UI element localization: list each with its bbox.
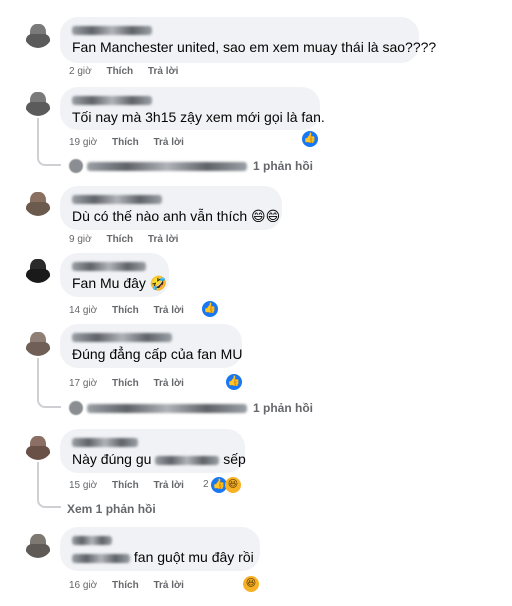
avatar[interactable]: [24, 188, 52, 216]
like-button[interactable]: Thích: [112, 137, 139, 148]
author-name-blurred[interactable]: [72, 192, 270, 205]
reply-button[interactable]: Trả lời: [153, 580, 183, 591]
comment-bubble: Fan Mu đây 🤣: [60, 253, 169, 297]
timestamp[interactable]: 15 giờ: [69, 480, 97, 491]
avatar[interactable]: [24, 432, 52, 460]
comment-bubble: Fan Manchester united, sao em xem muay t…: [60, 17, 437, 63]
like-button[interactable]: Thích: [106, 234, 133, 245]
reply-count[interactable]: 1 phản hồi: [253, 159, 313, 173]
reply-preview-blurred: [87, 403, 247, 413]
timestamp[interactable]: 19 giờ: [69, 137, 97, 148]
reply-button[interactable]: Trả lời: [148, 234, 178, 245]
comment-bubble: Đúng đẳng cấp của fan MU: [60, 324, 242, 368]
avatar[interactable]: [24, 20, 52, 48]
author-name-blurred[interactable]: [72, 93, 308, 106]
comment-text: Này đúng gu sếp: [72, 451, 246, 467]
timestamp[interactable]: 14 giờ: [69, 305, 97, 316]
comment-actions: 14 giờ Thích Trả lời: [69, 305, 196, 316]
author-name-blurred[interactable]: [72, 533, 248, 546]
thread-hook: [37, 156, 61, 166]
blurred-word: [72, 553, 130, 563]
like-button[interactable]: Thích: [112, 305, 139, 316]
reaction-count[interactable]: 2: [203, 479, 209, 490]
thread-line: [37, 462, 39, 500]
reply-avatar: [69, 401, 83, 415]
comment-text: Tối nay mà 3h15 zậy xem mới gọi là fan.: [72, 109, 325, 125]
haha-reaction-icon[interactable]: 😆: [243, 576, 259, 592]
author-name-blurred[interactable]: [72, 435, 233, 448]
timestamp[interactable]: 9 giờ: [69, 234, 92, 245]
haha-reaction-icon[interactable]: 😆: [225, 477, 241, 493]
comment-text: Fan Mu đây 🤣: [72, 275, 168, 291]
thread-line: [37, 358, 39, 400]
timestamp[interactable]: 2 giờ: [69, 66, 92, 77]
avatar[interactable]: [24, 530, 52, 558]
comment-bubble: Tối nay mà 3h15 zậy xem mới gọi là fan.: [60, 87, 325, 130]
comment-text: Dù có thế nào anh vẫn thích 😄😄: [72, 208, 281, 224]
comment-actions: 19 giờ Thích Trả lời: [69, 137, 196, 148]
timestamp[interactable]: 16 giờ: [69, 580, 97, 591]
like-button[interactable]: Thích: [112, 378, 139, 389]
reply-avatar: [69, 159, 83, 173]
thread-line: [37, 118, 39, 158]
like-button[interactable]: Thích: [106, 66, 133, 77]
comment-actions: 15 giờ Thích Trả lời: [69, 480, 196, 491]
comment-actions: 9 giờ Thích Trả lời: [69, 234, 190, 245]
avatar[interactable]: [24, 255, 52, 283]
like-reaction-icon[interactable]: 👍: [202, 301, 218, 317]
author-name-blurred[interactable]: [72, 23, 407, 36]
comment-text: fan guột mu đây rồi: [72, 548, 254, 567]
avatar[interactable]: [24, 88, 52, 116]
timestamp[interactable]: 17 giờ: [69, 378, 97, 389]
view-more-replies[interactable]: Xem 1 phản hồi: [67, 502, 156, 516]
reply-button[interactable]: Trả lời: [153, 480, 183, 491]
comment-bubble: fan guột mu đây rồi: [60, 527, 260, 571]
like-reaction-icon[interactable]: 👍: [226, 374, 242, 390]
comment-bubble: Dù có thế nào anh vẫn thích 😄😄: [60, 186, 282, 230]
comment-bubble: Này đúng gu sếp: [60, 429, 246, 473]
view-replies-row[interactable]: 1 phản hồi: [69, 401, 313, 415]
like-button[interactable]: Thích: [112, 480, 139, 491]
comment-actions: 16 giờ Thích Trả lời: [69, 580, 196, 591]
thread-hook: [37, 498, 61, 508]
comment-text: Đúng đẳng cấp của fan MU: [72, 346, 243, 362]
reply-button[interactable]: Trả lời: [153, 378, 183, 389]
comment-actions: 17 giờ Thích Trả lời: [69, 378, 196, 389]
reply-button[interactable]: Trả lời: [148, 66, 178, 77]
like-button[interactable]: Thích: [112, 580, 139, 591]
reply-count[interactable]: 1 phản hồi: [253, 401, 313, 415]
view-replies-row[interactable]: 1 phản hồi: [69, 159, 313, 173]
comment-actions: 2 giờ Thích Trả lời: [69, 66, 190, 77]
reply-button[interactable]: Trả lời: [153, 305, 183, 316]
author-name-blurred[interactable]: [72, 259, 157, 272]
like-reaction-icon[interactable]: 👍: [302, 131, 318, 147]
thread-hook: [37, 398, 61, 408]
reply-button[interactable]: Trả lời: [153, 137, 183, 148]
author-name-blurred[interactable]: [72, 330, 230, 343]
avatar[interactable]: [24, 328, 52, 356]
blurred-word: [155, 455, 220, 465]
reply-preview-blurred: [87, 161, 247, 171]
comment-text: Fan Manchester united, sao em xem muay t…: [72, 39, 437, 55]
